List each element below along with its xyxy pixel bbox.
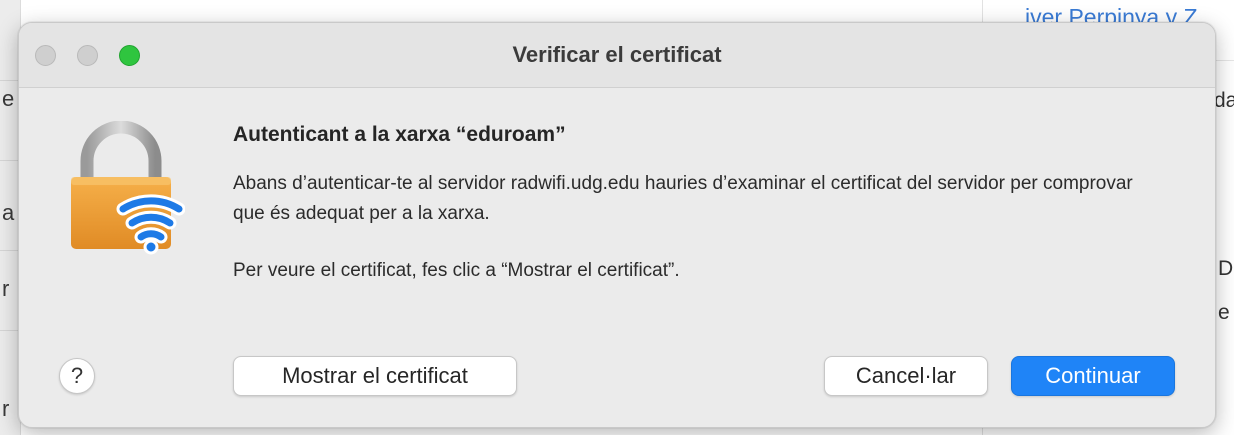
lock-wifi-icon bbox=[71, 121, 185, 255]
dialog-message: Abans d’autenticar-te al servidor radwif… bbox=[233, 173, 1133, 224]
background-text-fragment: e bbox=[1218, 301, 1230, 324]
background-divider bbox=[0, 160, 20, 161]
dialog-instruction: Per veure el certificat, fes clic a “Mos… bbox=[233, 260, 680, 281]
verify-certificate-dialog: Verificar el certificat Autenticant a la… bbox=[18, 22, 1216, 428]
help-button[interactable]: ? bbox=[59, 358, 95, 394]
background-text-fragment: D bbox=[1218, 257, 1234, 280]
background-text-fragment: r bbox=[2, 396, 10, 421]
background-text-fragment: da bbox=[1214, 89, 1234, 112]
background-text-fragment: r bbox=[2, 276, 10, 301]
background-divider bbox=[0, 250, 20, 251]
dialog-heading: Autenticant a la xarxa “eduroam” bbox=[233, 123, 566, 146]
dialog-title: Verificar el certificat bbox=[512, 42, 722, 67]
cancel-button[interactable]: Cancel·lar bbox=[824, 356, 988, 396]
background-divider bbox=[0, 80, 20, 81]
title-bar: Verificar el certificat bbox=[19, 23, 1215, 88]
background-text-fragment: e bbox=[2, 86, 15, 111]
background-text-fragment: a bbox=[2, 200, 15, 225]
continue-button[interactable]: Continuar bbox=[1011, 356, 1175, 396]
background-divider bbox=[0, 330, 20, 331]
show-certificate-button[interactable]: Mostrar el certificat bbox=[233, 356, 517, 396]
